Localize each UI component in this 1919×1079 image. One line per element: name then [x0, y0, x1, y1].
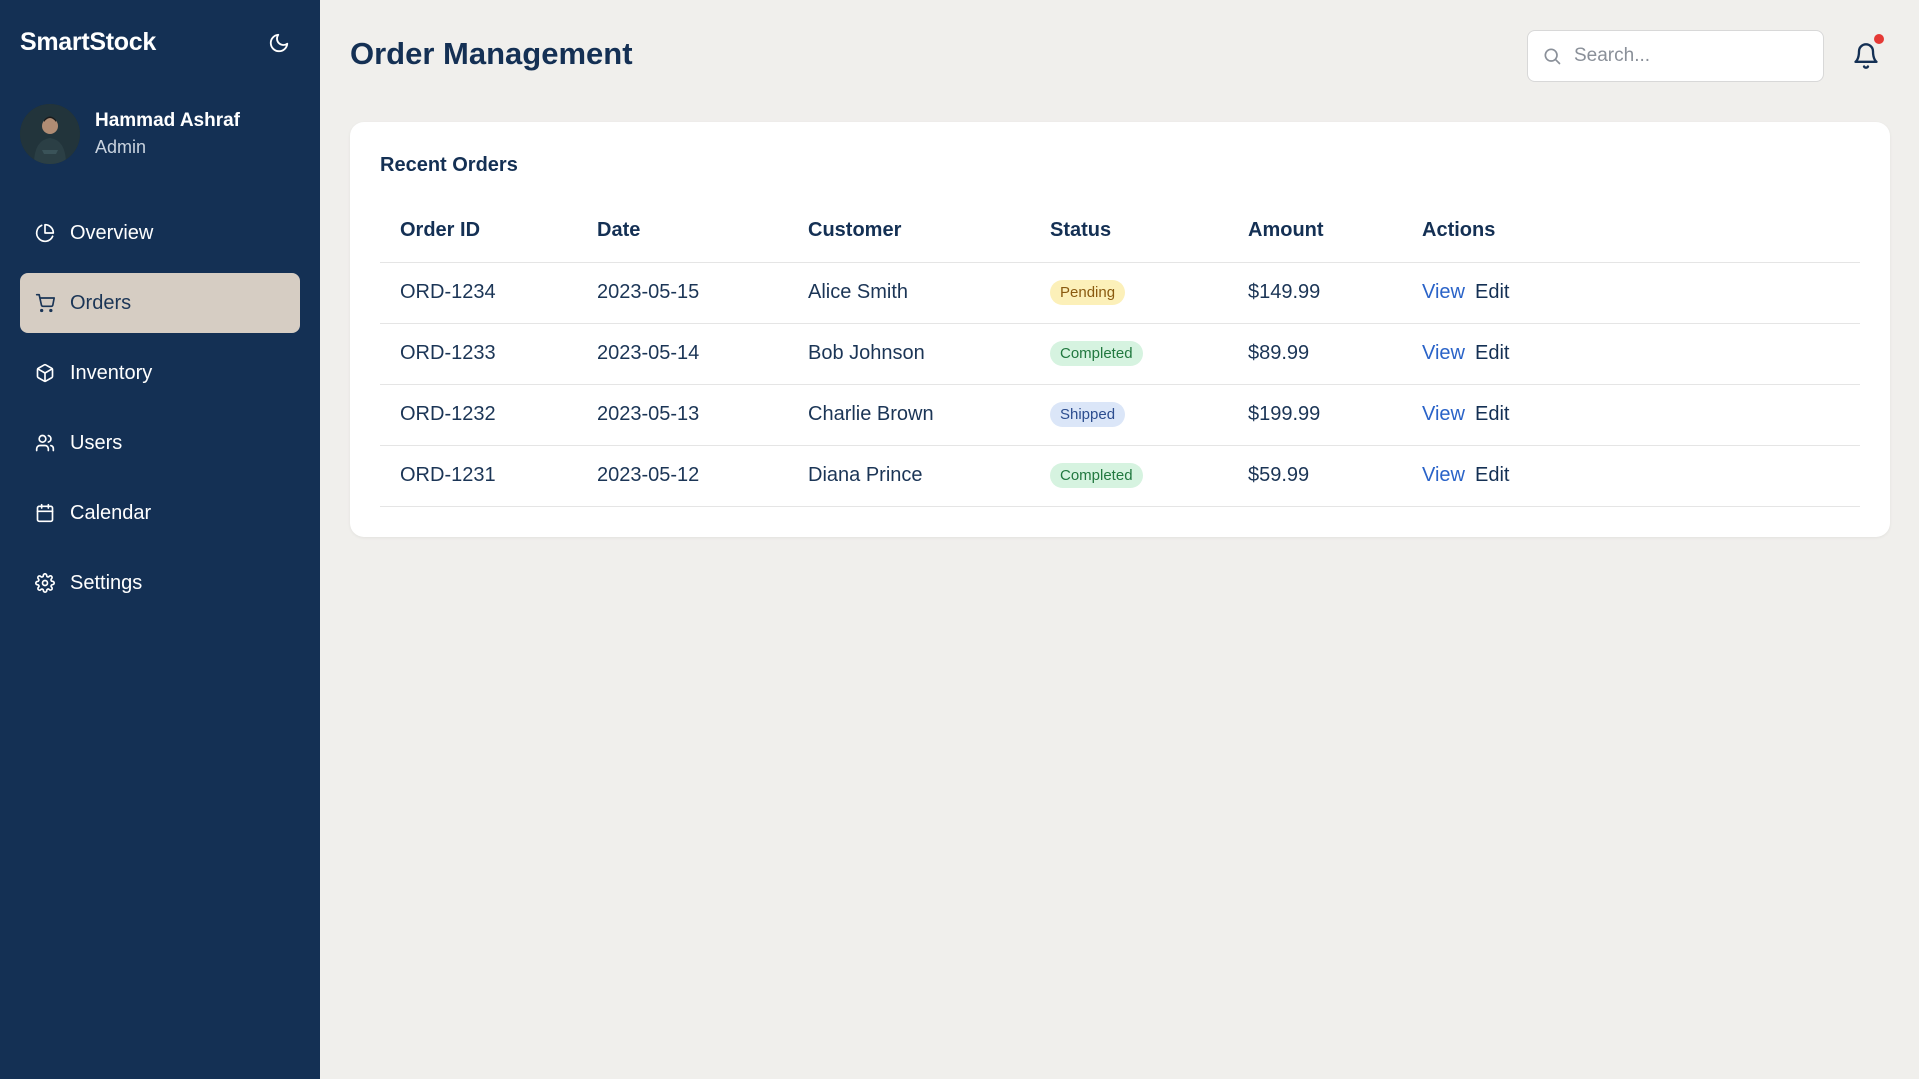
- view-link[interactable]: View: [1422, 403, 1465, 425]
- gear-icon: [34, 572, 56, 594]
- sidebar-item-label: Orders: [70, 291, 132, 314]
- column-header-order-id[interactable]: Order ID: [380, 200, 577, 263]
- order-actions: View Edit: [1402, 262, 1860, 324]
- edit-link[interactable]: Edit: [1475, 464, 1509, 486]
- order-status-cell: Shipped: [1030, 384, 1228, 446]
- search-box[interactable]: [1527, 30, 1824, 82]
- status-badge: Pending: [1050, 280, 1126, 305]
- moon-icon: [269, 33, 289, 53]
- edit-link[interactable]: Edit: [1475, 342, 1509, 364]
- order-amount: $199.99: [1228, 384, 1402, 446]
- status-badge: Completed: [1050, 463, 1143, 488]
- theme-toggle-button[interactable]: [264, 28, 294, 58]
- column-header-status[interactable]: Status: [1030, 200, 1228, 263]
- table-header-row: Order ID Date Customer Status Amount Act…: [380, 200, 1860, 263]
- order-amount: $59.99: [1228, 445, 1402, 507]
- order-customer: Charlie Brown: [788, 384, 1030, 446]
- notification-dot: [1874, 34, 1884, 44]
- order-date: 2023-05-14: [577, 323, 788, 385]
- order-actions: View Edit: [1402, 445, 1860, 507]
- card-title: Recent Orders: [380, 154, 518, 176]
- user-name: Hammad Ashraf: [95, 110, 241, 131]
- order-customer: Alice Smith: [788, 262, 1030, 324]
- order-date: 2023-05-13: [577, 384, 788, 446]
- sidebar: SmartStock Hammad Ashraf Admin Overview: [0, 0, 320, 1079]
- sidebar-item-label: Inventory: [70, 361, 153, 384]
- avatar: [20, 104, 80, 164]
- search-input[interactable]: [1574, 45, 1814, 67]
- cart-icon: [34, 292, 56, 314]
- order-status-cell: Completed: [1030, 445, 1228, 507]
- status-badge: Shipped: [1050, 402, 1126, 427]
- column-header-customer[interactable]: Customer: [788, 200, 1030, 263]
- order-id: ORD-1231: [380, 445, 577, 507]
- status-badge: Completed: [1050, 341, 1143, 366]
- bell-icon: [1854, 43, 1878, 69]
- table-row: ORD-1232 2023-05-13 Charlie Brown Shippe…: [380, 384, 1860, 446]
- sidebar-item-label: Overview: [70, 221, 154, 244]
- sidebar-item-users[interactable]: Users: [20, 413, 300, 473]
- view-link[interactable]: View: [1422, 281, 1465, 303]
- order-date: 2023-05-12: [577, 445, 788, 507]
- table-row: ORD-1234 2023-05-15 Alice Smith Pending …: [380, 262, 1860, 324]
- sidebar-item-label: Calendar: [70, 501, 152, 524]
- order-customer: Diana Prince: [788, 445, 1030, 507]
- order-status-cell: Pending: [1030, 262, 1228, 324]
- recent-orders-card: Recent Orders Order ID Date Customer Sta…: [350, 122, 1890, 537]
- notifications-button[interactable]: [1852, 34, 1884, 72]
- order-amount: $149.99: [1228, 262, 1402, 324]
- order-date: 2023-05-15: [577, 262, 788, 324]
- edit-link[interactable]: Edit: [1475, 281, 1509, 303]
- sidebar-item-label: Settings: [70, 571, 143, 594]
- box-icon: [34, 362, 56, 384]
- user-profile: Hammad Ashraf Admin: [20, 104, 240, 164]
- edit-link[interactable]: Edit: [1475, 403, 1509, 425]
- pie-chart-icon: [34, 222, 56, 244]
- search-icon: [1544, 48, 1561, 65]
- table-row: ORD-1231 2023-05-12 Diana Prince Complet…: [380, 445, 1860, 507]
- brand-logo: SmartStock: [20, 28, 156, 56]
- view-link[interactable]: View: [1422, 342, 1465, 364]
- order-actions: View Edit: [1402, 384, 1860, 446]
- order-id: ORD-1234: [380, 262, 577, 324]
- order-customer: Bob Johnson: [788, 323, 1030, 385]
- sidebar-nav: Overview Orders Inventory Users Calendar: [20, 203, 300, 623]
- page-title: Order Management: [350, 36, 633, 71]
- order-amount: $89.99: [1228, 323, 1402, 385]
- calendar-icon: [34, 502, 56, 524]
- column-header-actions: Actions: [1402, 200, 1860, 263]
- column-header-date[interactable]: Date: [577, 200, 788, 263]
- table-row: ORD-1233 2023-05-14 Bob Johnson Complete…: [380, 323, 1860, 385]
- sidebar-item-orders[interactable]: Orders: [20, 273, 300, 333]
- order-id: ORD-1232: [380, 384, 577, 446]
- view-link[interactable]: View: [1422, 464, 1465, 486]
- order-id: ORD-1233: [380, 323, 577, 385]
- sidebar-item-settings[interactable]: Settings: [20, 553, 300, 613]
- users-icon: [34, 432, 56, 454]
- order-actions: View Edit: [1402, 323, 1860, 385]
- sidebar-item-inventory[interactable]: Inventory: [20, 343, 300, 403]
- sidebar-item-calendar[interactable]: Calendar: [20, 483, 300, 543]
- user-role: Admin: [95, 137, 147, 157]
- sidebar-item-overview[interactable]: Overview: [20, 203, 300, 263]
- column-header-amount[interactable]: Amount: [1228, 200, 1402, 263]
- sidebar-item-label: Users: [70, 431, 123, 454]
- order-status-cell: Completed: [1030, 323, 1228, 385]
- orders-table: Order ID Date Customer Status Amount Act…: [380, 200, 1860, 507]
